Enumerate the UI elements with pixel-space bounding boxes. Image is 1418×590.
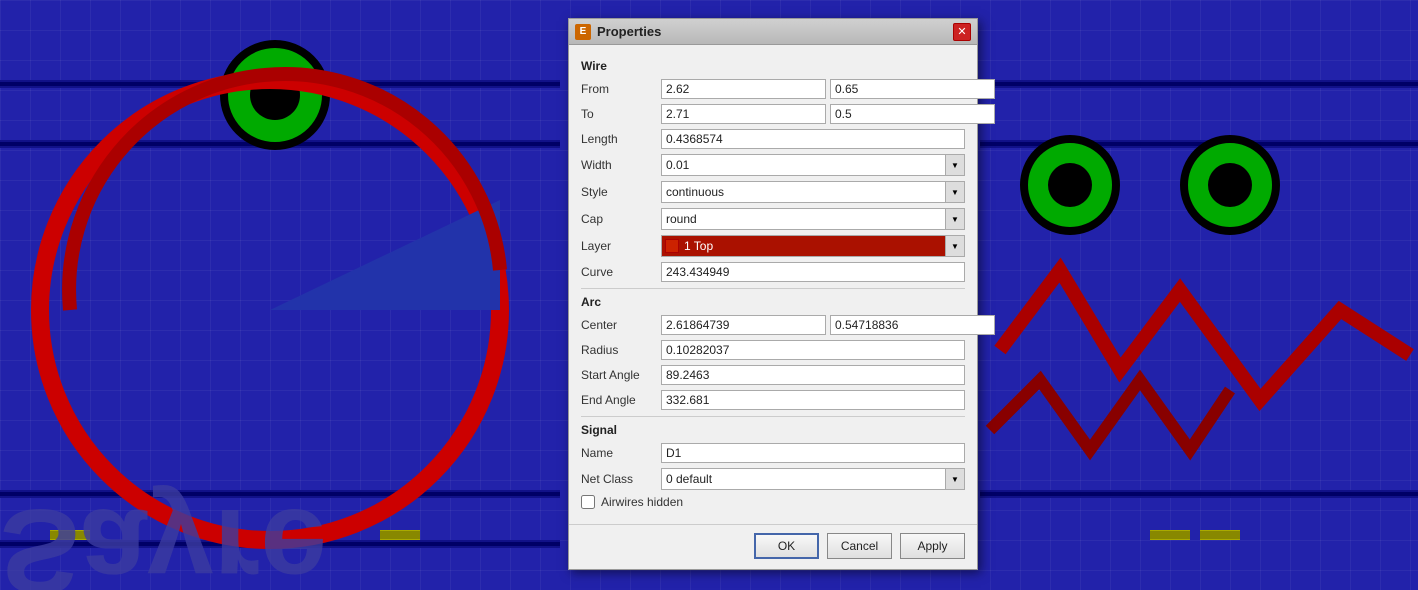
from-row: From [581,79,965,99]
from-x-input[interactable] [661,79,826,99]
dialog-body: Wire From To Length Width 0.01 [569,45,977,524]
net-class-row: Net Class 0 default 1 Power 2 Signal ▼ [581,468,965,490]
from-inputs [661,79,995,99]
to-x-input[interactable] [661,104,826,124]
dialog-icon: E [575,24,591,40]
ok-button[interactable]: OK [754,533,819,559]
radius-label: Radius [581,343,661,357]
to-label: To [581,107,661,121]
from-y-input[interactable] [830,79,995,99]
layer-select[interactable]: 1 Top 2 Route2 16 Bottom [661,235,965,257]
dialog-titlebar: E Properties ✕ [569,19,977,45]
cap-row: Cap round flat square ▼ [581,208,965,230]
cap-select[interactable]: round flat square [661,208,965,230]
end-angle-label: End Angle [581,393,661,407]
radius-row: Radius [581,340,965,360]
pacman-shape [10,20,570,580]
radius-input[interactable] [661,340,965,360]
cap-select-wrapper: round flat square ▼ [661,208,965,230]
from-label: From [581,82,661,96]
style-select-wrapper: continuous longdash shortdash dashdot ▼ [661,181,965,203]
end-angle-row: End Angle [581,390,965,410]
name-label: Name [581,446,661,460]
style-select[interactable]: continuous longdash shortdash dashdot [661,181,965,203]
to-y-input[interactable] [830,104,995,124]
net-class-select[interactable]: 0 default 1 Power 2 Signal [661,468,965,490]
length-row: Length [581,129,965,149]
curve-row: Curve [581,262,965,282]
divider-1 [581,288,965,289]
width-label: Width [581,158,661,172]
length-label: Length [581,132,661,146]
dialog-title-left: E Properties [575,24,661,40]
cancel-button[interactable]: Cancel [827,533,892,559]
airwires-label: Airwires hidden [601,495,683,509]
width-row: Width 0.01 0.05 0.1 0.2 ▼ [581,154,965,176]
curve-input[interactable] [661,262,965,282]
layer-select-wrapper: 1 Top 2 Route2 16 Bottom ▼ [661,235,965,257]
center-inputs [661,315,995,335]
to-row: To [581,104,965,124]
width-select[interactable]: 0.01 0.05 0.1 0.2 [661,154,965,176]
start-angle-row: Start Angle [581,365,965,385]
dialog-title: Properties [597,24,661,39]
name-input[interactable] [661,443,965,463]
airwires-row: Airwires hidden [581,495,965,509]
curve-label: Curve [581,265,661,279]
end-angle-input[interactable] [661,390,965,410]
arc-section-title: Arc [581,295,965,309]
right-decoration [980,0,1418,590]
center-x-input[interactable] [661,315,826,335]
start-angle-label: Start Angle [581,368,661,382]
name-row: Name [581,443,965,463]
width-select-wrapper: 0.01 0.05 0.1 0.2 ▼ [661,154,965,176]
signal-section-title: Signal [581,423,965,437]
style-row: Style continuous longdash shortdash dash… [581,181,965,203]
net-class-label: Net Class [581,472,661,486]
close-button[interactable]: ✕ [953,23,971,41]
airwires-checkbox[interactable] [581,495,595,509]
layer-row: Layer 1 Top 2 Route2 16 Bottom ▼ [581,235,965,257]
layer-label: Layer [581,239,661,253]
to-inputs [661,104,995,124]
center-row: Center [581,315,965,335]
length-input[interactable] [661,129,965,149]
wire-section-title: Wire [581,59,965,73]
center-label: Center [581,318,661,332]
properties-dialog: E Properties ✕ Wire From To Length [568,18,978,570]
cap-label: Cap [581,212,661,226]
net-class-select-wrapper: 0 default 1 Power 2 Signal ▼ [661,468,965,490]
start-angle-input[interactable] [661,365,965,385]
center-y-input[interactable] [830,315,995,335]
style-label: Style [581,185,661,199]
apply-button[interactable]: Apply [900,533,965,559]
divider-2 [581,416,965,417]
dialog-footer: OK Cancel Apply [569,524,977,569]
